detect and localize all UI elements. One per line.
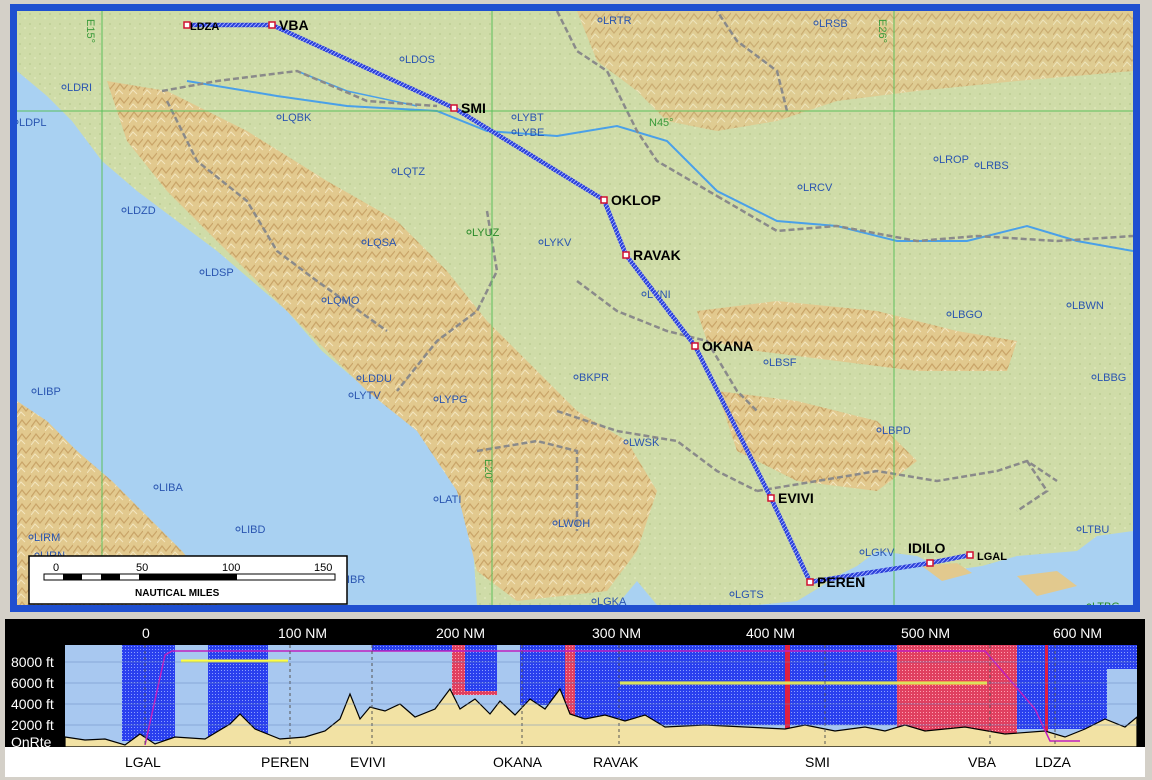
airport-label-lqtz[interactable]: LQTZ: [397, 166, 425, 178]
airport-label-lbbg[interactable]: LBBG: [1097, 372, 1126, 384]
profile-waypoint-label: OKANA: [493, 754, 543, 770]
airport-label-libp[interactable]: LIBP: [37, 386, 61, 398]
airport-label-ldpl[interactable]: LDPL: [19, 117, 47, 129]
airport-label-lati[interactable]: LATI: [439, 494, 461, 506]
waypoint-label-evivi[interactable]: EVIVI: [778, 490, 814, 506]
waypoint-label-lgal[interactable]: LGAL: [977, 551, 1007, 563]
waypoint-marker-oklop[interactable]: [600, 196, 608, 204]
waypoint-marker-ravak[interactable]: [622, 251, 630, 259]
vertical-profile[interactable]: 0 100 NM 200 NM 300 NM 400 NM 500 NM 600 NM 80…: [5, 619, 1145, 777]
airport-label-ltbg[interactable]: LTBG: [1092, 601, 1120, 605]
distance-tick-label: 0: [142, 625, 150, 641]
scale-tick-0: 0: [53, 562, 59, 574]
waypoint-label-peren[interactable]: PEREN: [817, 574, 865, 590]
grid-label-e26: E26°: [876, 19, 888, 43]
airport-label-lybe[interactable]: LYBE: [517, 127, 544, 139]
airport-label-lytv[interactable]: LYTV: [354, 390, 381, 402]
airport-label-ltbu[interactable]: LTBU: [1082, 524, 1109, 536]
distance-tick-label: 500 NM: [901, 625, 950, 641]
airport-label-lrtr[interactable]: LRTR: [603, 15, 632, 27]
airport-label-lrbs[interactable]: LRBS: [980, 160, 1009, 172]
waypoint-marker-okana[interactable]: [691, 342, 699, 350]
distance-tick-label: 400 NM: [746, 625, 795, 641]
waypoint-marker-vba[interactable]: [268, 21, 276, 29]
waypoint-label-smi[interactable]: SMI: [461, 100, 486, 116]
airport-label-lbgo[interactable]: LBGO: [952, 309, 983, 321]
distance-axis: 0 100 NM 200 NM 300 NM 400 NM 500 NM 600 NM: [142, 625, 1102, 641]
airport-label-lyuz[interactable]: LYUZ: [472, 227, 500, 239]
airport-label-lgka[interactable]: LGKA: [597, 596, 627, 605]
waypoint-marker-smi[interactable]: [450, 104, 458, 112]
distance-tick-label: 200 NM: [436, 625, 485, 641]
airport-label-ibr[interactable]: IBR: [347, 574, 365, 586]
altitude-label: 2000 ft: [11, 717, 54, 733]
airport-label-bkpr[interactable]: BKPR: [579, 372, 609, 384]
airport-label-lbpd[interactable]: LBPD: [882, 425, 911, 437]
waypoint-marker-evivi[interactable]: [767, 494, 775, 502]
scale-tick-50: 50: [136, 562, 148, 574]
waypoint-label-idilo[interactable]: IDILO: [908, 540, 945, 556]
waypoint-label-oklop[interactable]: OKLOP: [611, 192, 661, 208]
airport-label-lbwn[interactable]: LBWN: [1072, 300, 1104, 312]
airport-label-ldos[interactable]: LDOS: [405, 54, 435, 66]
airport-label-lgts[interactable]: LGTS: [735, 589, 764, 601]
scale-tick-100: 100: [222, 562, 240, 574]
waypoint-label-okana[interactable]: OKANA: [702, 338, 753, 354]
profile-waypoint-label: LGAL: [125, 754, 161, 770]
scale-bar: 0 50 100 150 NAUTICAL MILES: [28, 555, 348, 605]
waypoint-marker-lgal[interactable]: [966, 551, 974, 559]
grid-label-e15: E15°: [84, 19, 96, 43]
airport-label-lgkv[interactable]: LGKV: [865, 547, 895, 559]
distance-tick-label: 300 NM: [592, 625, 641, 641]
airport-label-ldzd[interactable]: LDZD: [127, 205, 156, 217]
airport-label-lwsk[interactable]: LWSK: [629, 437, 660, 449]
profile-waypoint-label: LDZA: [1035, 754, 1071, 770]
airport-label-lddu[interactable]: LDDU: [362, 373, 392, 385]
altitude-label: 6000 ft: [11, 675, 54, 691]
waypoint-label-ravak[interactable]: RAVAK: [633, 247, 681, 263]
airport-label-lwoh[interactable]: LWOH: [558, 518, 590, 530]
airport-label-lypg[interactable]: LYPG: [439, 394, 468, 406]
airport-label-ldri[interactable]: LDRI: [67, 82, 92, 94]
altitude-label: 8000 ft: [11, 654, 54, 670]
airport-label-lrsb[interactable]: LRSB: [819, 18, 848, 30]
airport-label-lrcv[interactable]: LRCV: [803, 182, 833, 194]
scale-tick-150: 150: [314, 562, 332, 574]
grid-label-e20: E20°: [482, 459, 494, 483]
waypoint-label-vba[interactable]: VBA: [279, 17, 309, 33]
airport-label-lqsa[interactable]: LQSA: [367, 237, 397, 249]
waypoint-label-ldza[interactable]: LDZA: [190, 21, 219, 33]
grid-label-n45: N45°: [649, 117, 674, 129]
waypoint-marker-peren[interactable]: [806, 578, 814, 586]
scale-unit-label: NAUTICAL MILES: [135, 588, 220, 599]
airport-label-lqmo[interactable]: LQMO: [327, 295, 360, 307]
airport-label-ldsp[interactable]: LDSP: [205, 267, 234, 279]
profile-waypoint-label: EVIVI: [350, 754, 386, 770]
profile-waypoint-label: VBA: [968, 754, 997, 770]
profile-waypoint-label: RAVAK: [593, 754, 639, 770]
map-frame: E15° E20° E26° N45° LRTR LRSB LDOS LDRI LDPL…: [10, 4, 1140, 612]
route-map[interactable]: E15° E20° E26° N45° LRTR LRSB LDOS LDRI LDPL…: [17, 11, 1133, 605]
profile-waypoint-label: SMI: [805, 754, 830, 770]
profile-waypoint-label: PEREN: [261, 754, 309, 770]
waypoint-marker-idilo[interactable]: [926, 559, 934, 567]
airport-label-liba[interactable]: LIBA: [159, 482, 184, 494]
distance-tick-label: 100 NM: [278, 625, 327, 641]
airport-label-lbsf[interactable]: LBSF: [769, 357, 797, 369]
airport-label-lrop[interactable]: LROP: [939, 154, 969, 166]
altitude-label: 4000 ft: [11, 696, 54, 712]
distance-tick-label: 600 NM: [1053, 625, 1102, 641]
airport-label-lybt[interactable]: LYBT: [517, 112, 544, 124]
airport-label-libd[interactable]: LIBD: [241, 524, 266, 536]
airport-label-lirm[interactable]: LIRM: [34, 532, 60, 544]
airport-label-lykv[interactable]: LYKV: [544, 237, 572, 249]
airport-label-lqbk[interactable]: LQBK: [282, 112, 312, 124]
